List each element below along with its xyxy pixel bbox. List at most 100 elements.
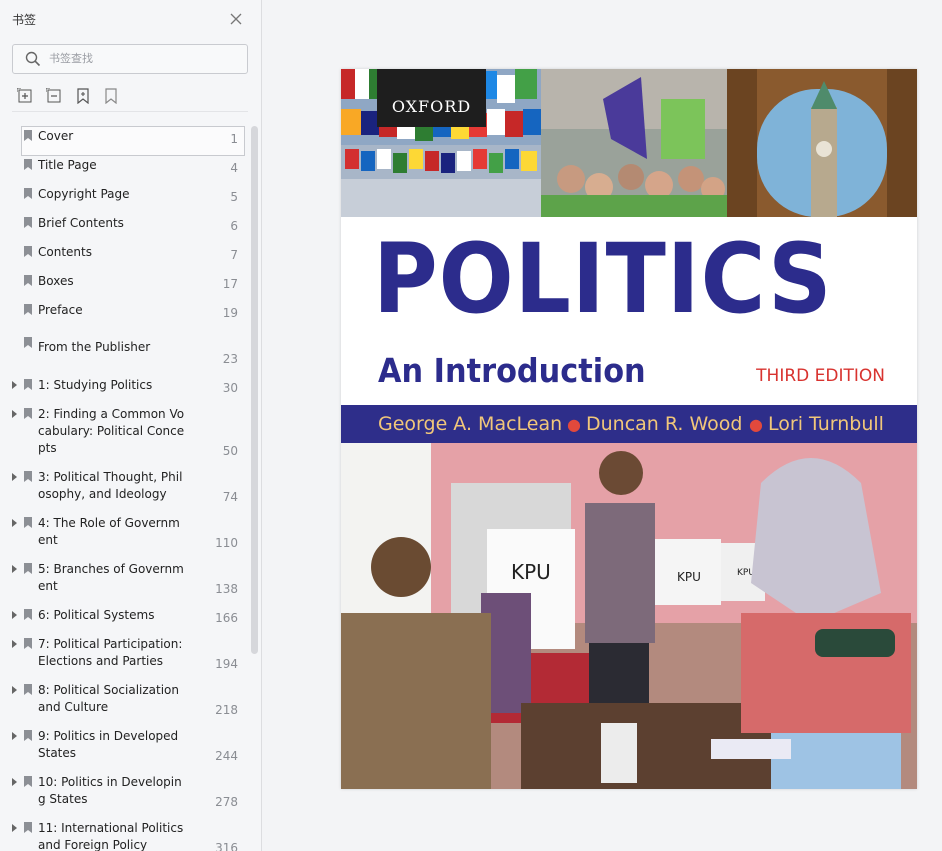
bookmark-icon — [24, 159, 32, 170]
bookmark-icon — [24, 517, 32, 528]
add-bookmark-icon[interactable] — [75, 88, 91, 104]
bookmark-icon — [24, 563, 32, 574]
bookmark-item[interactable]: 9: Politics in Developed States 244 — [0, 726, 248, 770]
bookmark-item[interactable]: 2: Finding a Common Vocabulary: Politica… — [0, 404, 248, 465]
bookmark-page-number: 194 — [215, 657, 238, 671]
bookmark-label: 5: Branches of Government — [38, 562, 184, 593]
bookmark-search[interactable] — [12, 44, 248, 74]
authors-band: George A. MacLean ● Duncan R. Wood ● Lor… — [341, 405, 917, 443]
expand-all-icon[interactable] — [17, 88, 33, 104]
bookmark-page-number: 17 — [222, 277, 238, 291]
expand-arrow-icon[interactable] — [12, 824, 17, 832]
bookmark-page-number: 19 — [222, 306, 238, 320]
bookmark-label: 7: Political Participation: Elections an… — [38, 637, 183, 668]
author-2: Duncan R. Wood — [586, 413, 743, 435]
author-1: George A. MacLean — [378, 413, 563, 435]
bookmark-label: Preface — [38, 303, 83, 317]
expand-arrow-icon[interactable] — [12, 778, 17, 786]
expand-arrow-icon[interactable] — [12, 565, 17, 573]
bookmark-item[interactable]: 10: Politics in Developing States 278 — [0, 772, 248, 816]
bookmark-list: Cover 1 Title Page 4 Copyright Page 5 Brief Co… — [0, 122, 248, 851]
book-title: POLITICS — [373, 223, 833, 335]
bookmark-icon — [24, 684, 32, 695]
cover-bottom-photo: KPU KPU KPU — [341, 443, 917, 789]
expand-arrow-icon[interactable] — [12, 686, 17, 694]
bookmark-icon — [24, 304, 32, 315]
divider — [12, 111, 248, 112]
bookmark-item[interactable]: From the Publisher 23 — [0, 337, 248, 366]
author-3: Lori Turnbull — [768, 413, 884, 435]
book-cover: OXFORD POLITICS An Introduction THIRD ED… — [341, 69, 917, 789]
bookmark-icon — [24, 130, 32, 141]
bookmark-label: Title Page — [38, 158, 97, 172]
bookmark-label: 4: The Role of Government — [38, 516, 180, 547]
bookmark-item[interactable]: Cover 1 — [0, 126, 248, 156]
svg-text:KPU: KPU — [677, 570, 701, 584]
expand-arrow-icon[interactable] — [12, 410, 17, 418]
scrollbar[interactable] — [251, 126, 258, 654]
svg-text:KPU: KPU — [511, 560, 551, 584]
bookmark-label: 10: Politics in Developing States — [38, 775, 182, 806]
book-edition: THIRD EDITION — [756, 366, 885, 386]
panel-title: 书签 — [12, 13, 37, 27]
bookmark-page-number: 5 — [230, 190, 238, 204]
expand-arrow-icon[interactable] — [12, 732, 17, 740]
search-input[interactable] — [49, 49, 239, 67]
bookmark-item[interactable]: Contents 7 — [0, 242, 248, 269]
bookmark-page-number: 74 — [222, 490, 238, 504]
bookmark-label: 8: Political Socialization and Culture — [38, 683, 179, 714]
bookmark-page-number: 7 — [230, 248, 238, 262]
bookmark-icon — [24, 609, 32, 620]
close-icon[interactable] — [229, 12, 243, 26]
expand-arrow-icon[interactable] — [12, 381, 17, 389]
bookmark-item[interactable]: 3: Political Thought, Philosophy, and Id… — [0, 467, 248, 511]
bookmark-outline-icon[interactable] — [103, 88, 119, 104]
bookmark-page-number: 1 — [230, 132, 238, 146]
bookmark-icon — [24, 246, 32, 257]
bookmark-item[interactable]: Copyright Page 5 — [0, 184, 248, 211]
separator-dot: ● — [749, 415, 763, 434]
expand-arrow-icon[interactable] — [12, 473, 17, 481]
bookmark-label: Brief Contents — [38, 216, 124, 230]
collapse-all-icon[interactable] — [46, 88, 62, 104]
bookmark-icon — [24, 275, 32, 286]
bookmark-page-number: 30 — [222, 381, 238, 395]
bookmark-item[interactable]: 4: The Role of Government 110 — [0, 513, 248, 557]
bookmark-item[interactable]: 6: Political Systems 166 — [0, 605, 248, 632]
bookmark-label: Cover — [38, 129, 74, 143]
bookmark-item[interactable]: 7: Political Participation: Elections an… — [0, 634, 248, 678]
bookmark-item[interactable]: Preface 19 — [0, 300, 248, 327]
expand-arrow-icon[interactable] — [12, 519, 17, 527]
bookmark-icon — [24, 730, 32, 741]
bookmark-page-number: 4 — [230, 161, 238, 175]
bookmark-page-number: 6 — [230, 219, 238, 233]
publisher-name: OXFORD — [391, 97, 472, 116]
bookmark-item[interactable]: Title Page 4 — [0, 155, 248, 182]
bookmark-item[interactable]: 1: Studying Politics 30 — [0, 375, 248, 402]
expand-arrow-icon[interactable] — [12, 640, 17, 648]
expand-arrow-icon[interactable] — [12, 611, 17, 619]
bookmark-page-number: 23 — [222, 352, 238, 366]
bookmark-icon — [24, 379, 32, 390]
bookmark-icon — [24, 408, 32, 419]
separator-dot: ● — [567, 415, 581, 434]
bookmark-item[interactable]: 11: International Politics and Foreign P… — [0, 818, 248, 851]
bookmark-label: 1: Studying Politics — [38, 378, 153, 392]
bookmark-icon — [24, 188, 32, 199]
bookmark-item[interactable]: Boxes 17 — [0, 271, 248, 298]
bookmark-icon — [24, 337, 32, 348]
search-icon — [25, 51, 41, 67]
bookmark-page-number: 218 — [215, 703, 238, 717]
bookmark-item[interactable]: 8: Political Socialization and Culture 21… — [0, 680, 248, 724]
bookmark-label: Boxes — [38, 274, 74, 288]
bookmark-item[interactable]: Brief Contents 6 — [0, 213, 248, 240]
book-subtitle: An Introduction — [378, 351, 646, 390]
bookmark-label: 6: Political Systems — [38, 608, 155, 622]
bookmark-page-number: 138 — [215, 582, 238, 596]
bookmark-page-number: 316 — [215, 841, 238, 851]
bookmark-icon — [24, 638, 32, 649]
bookmark-panel: 书签 Cover1Title Page4Copyright Page5Br — [0, 0, 262, 851]
bookmark-page-number: 244 — [215, 749, 238, 763]
bookmark-item[interactable]: 5: Branches of Government 138 — [0, 559, 248, 603]
bookmark-page-number: 278 — [215, 795, 238, 809]
